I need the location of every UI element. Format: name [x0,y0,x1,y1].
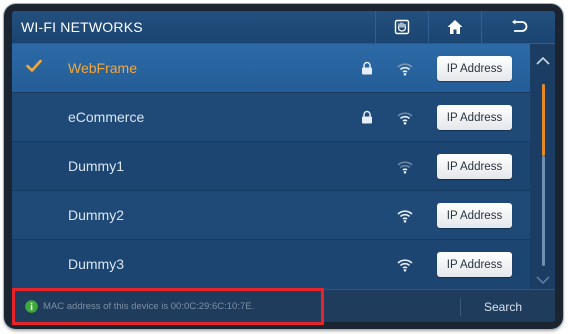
ip-address-button[interactable]: IP Address [437,154,512,179]
network-row-dummy2[interactable]: Dummy2 IP Address [12,191,530,240]
network-name: eCommerce [68,109,145,125]
network-name: Dummy3 [68,256,125,272]
scrollbar-track [542,156,545,266]
info-icon [25,300,38,318]
wifi-signal-icon [396,160,414,179]
ip-address-button[interactable]: IP Address [437,252,512,277]
back-button[interactable] [481,11,555,43]
home-icon [446,18,464,36]
chevron-down-icon[interactable] [536,272,550,290]
home-button[interactable] [428,11,481,43]
network-row-dummy3[interactable]: Dummy3 IP Address [12,240,530,289]
wifi-signal-icon [396,258,414,277]
scrollbar-thumb[interactable] [542,84,545,156]
wifi-signal-icon [396,209,414,228]
network-row-ecommerce[interactable]: eCommerce IP Address [12,93,530,142]
device-frame: WI-FI NETWORKS WebFrame IP Address eComm… [4,4,563,329]
network-name: Dummy1 [68,158,125,174]
wifi-signal-icon [396,111,414,130]
lock-icon [361,110,373,129]
scrollbar[interactable] [531,44,555,289]
network-row-webframe[interactable]: WebFrame IP Address [12,44,530,93]
footer-divider [460,298,461,316]
check-icon [26,59,42,78]
network-name: WebFrame [68,60,137,76]
mac-address-text: MAC address of this device is 00:0C:29:6… [43,301,255,312]
network-row-dummy1[interactable]: Dummy1 IP Address [12,142,530,191]
search-button[interactable]: Search [484,300,522,314]
lock-icon [361,61,373,80]
back-icon [510,19,528,35]
wifi-signal-icon [396,62,414,81]
footer-bar: MAC address of this device is 00:0C:29:6… [12,289,555,322]
wifi-screen: WI-FI NETWORKS WebFrame IP Address eComm… [12,11,555,322]
header-bar: WI-FI NETWORKS [12,11,555,44]
chevron-up-icon[interactable] [536,52,550,70]
ip-address-button[interactable]: IP Address [437,203,512,228]
wps-icon [393,18,411,36]
wps-button[interactable] [375,11,428,43]
network-name: Dummy2 [68,207,125,223]
page-title: WI-FI NETWORKS [21,19,143,35]
ip-address-button[interactable]: IP Address [437,105,512,130]
ip-address-button[interactable]: IP Address [437,56,512,81]
